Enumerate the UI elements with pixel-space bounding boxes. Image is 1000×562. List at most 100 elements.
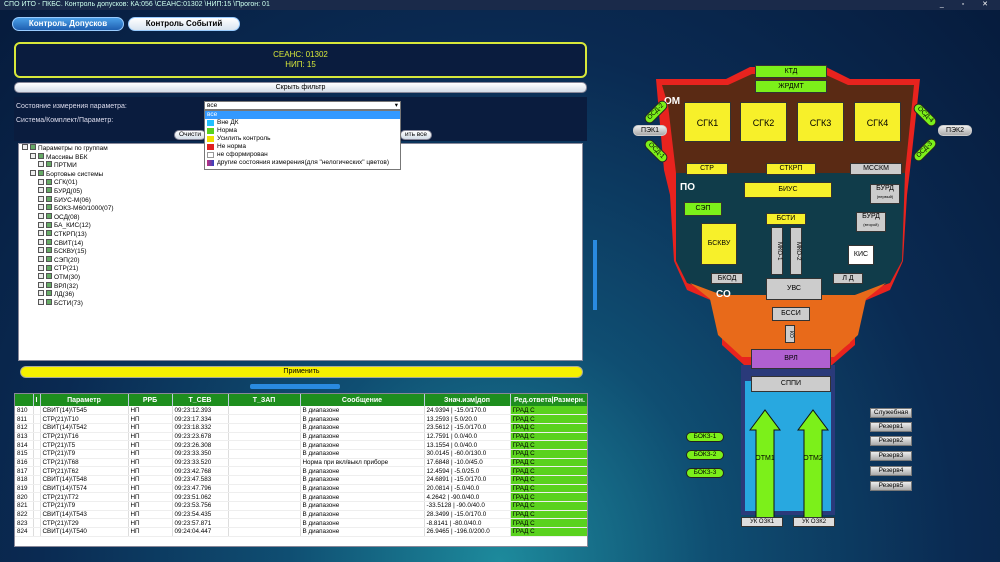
- table-row[interactable]: 811 СТР(21)\Т10 НП 09:23:17.334 В диапазоне 1…: [15, 414, 587, 424]
- expander-icon[interactable]: [38, 204, 44, 211]
- pek2-chip[interactable]: ПЭК2: [938, 125, 972, 136]
- select-all-button[interactable]: ить все: [400, 130, 432, 140]
- checkbox[interactable]: [46, 213, 52, 220]
- table-row[interactable]: 822 СВИТ(14)\Т543 НП 09:23:54.435 В диапазон…: [15, 510, 587, 520]
- bssi-block[interactable]: БССИ: [772, 307, 810, 321]
- col-index[interactable]: [15, 394, 34, 406]
- reserve2-block[interactable]: Резерв2: [870, 436, 912, 446]
- ktd-block[interactable]: КТД: [755, 65, 827, 78]
- sgk3-block[interactable]: СГК3: [797, 102, 844, 142]
- burd2-block[interactable]: БУРД (второй): [856, 212, 886, 232]
- sgk2-block[interactable]: СГК2: [740, 102, 787, 142]
- mko2-block[interactable]: МКО-2: [790, 227, 802, 275]
- checkbox[interactable]: [46, 247, 52, 254]
- expander-icon[interactable]: [22, 144, 28, 151]
- dropdown-option[interactable]: Не норма: [205, 143, 400, 151]
- checkbox[interactable]: [46, 230, 52, 237]
- tree-item[interactable]: БСТИ(73): [38, 299, 83, 308]
- bkod-block[interactable]: БКОД: [711, 273, 743, 284]
- reserve1-block[interactable]: Резерв1: [870, 422, 912, 432]
- vertical-splitter[interactable]: [593, 240, 597, 310]
- dropdown-option[interactable]: не сформирован: [205, 151, 400, 159]
- expander-icon[interactable]: [38, 213, 44, 220]
- dropdown-option[interactable]: другие состояния измерения(для "нелогиче…: [205, 159, 400, 167]
- table-row[interactable]: 824 СВИТ(14)\Т540 НП 09:24:04.447 В диапазон…: [15, 527, 587, 537]
- checkbox[interactable]: [46, 273, 52, 280]
- expander-icon[interactable]: [38, 290, 44, 297]
- table-row[interactable]: 823 СТР(21)\Т29 НП 09:23:57.871 В диапазоне -…: [15, 518, 587, 529]
- zhrdmt-block[interactable]: ЖРДМТ: [755, 80, 827, 93]
- tab-events-control[interactable]: Контроль Событий: [128, 17, 240, 31]
- bokz3-chip[interactable]: БОКЗ-3: [686, 468, 724, 478]
- sgk4-block[interactable]: СГК4: [854, 102, 901, 142]
- sgk1-block[interactable]: СГК1: [684, 102, 731, 142]
- bsti-block[interactable]: БСТИ: [766, 213, 806, 225]
- table-row[interactable]: 812 СВИТ(14)\Т542 НП 09:23:18.332 В диапазон…: [15, 423, 587, 433]
- expander-icon[interactable]: [38, 264, 44, 271]
- checkbox[interactable]: [46, 221, 52, 228]
- table-row[interactable]: 813 СТР(21)\Т16 НП 09:23:23.678 В диапазоне 1…: [15, 432, 587, 442]
- column-header[interactable]: Знач.изм|доп: [424, 394, 511, 406]
- expander-icon[interactable]: [38, 230, 44, 237]
- state-select[interactable]: все ▾: [204, 101, 401, 110]
- vrl-block[interactable]: ВРЛ: [751, 349, 831, 369]
- expander-icon[interactable]: [38, 256, 44, 263]
- bius-block[interactable]: БИУС: [744, 182, 832, 198]
- splitter-handle[interactable]: [250, 384, 340, 389]
- checkbox[interactable]: [30, 144, 36, 151]
- column-header[interactable]: I: [33, 394, 41, 406]
- expander-icon[interactable]: [38, 187, 44, 194]
- column-header[interactable]: Сообщение: [300, 394, 425, 406]
- checkbox[interactable]: [38, 170, 44, 177]
- checkbox[interactable]: [46, 238, 52, 245]
- checkbox[interactable]: [46, 290, 52, 297]
- checkbox[interactable]: [46, 204, 52, 211]
- checkbox[interactable]: [46, 178, 52, 185]
- bokz1-chip[interactable]: БОКЗ-1: [686, 432, 724, 442]
- otm1-label[interactable]: ОТМ1: [750, 455, 780, 467]
- table-row[interactable]: 814 СТР(21)\Т5 НП 09:23:26.308 В диапазоне 13…: [15, 440, 587, 450]
- table-row[interactable]: 819 СВИТ(14)\Т574 НП 09:23:47.796 В диапазон…: [15, 484, 587, 494]
- str-block[interactable]: СТР: [686, 163, 728, 175]
- expander-icon[interactable]: [38, 161, 44, 168]
- expander-icon[interactable]: [30, 170, 36, 177]
- otm2-label[interactable]: ОТМ2: [798, 455, 828, 467]
- pek1-chip[interactable]: ПЭК1: [633, 125, 667, 136]
- uk-ozk1-block[interactable]: УК ОЗК1: [741, 517, 783, 527]
- expander-icon[interactable]: [38, 247, 44, 254]
- sep-block[interactable]: СЭП: [684, 202, 722, 216]
- column-header[interactable]: РРБ: [128, 394, 173, 406]
- sppi-block[interactable]: СППИ: [751, 376, 831, 392]
- reserve3-block[interactable]: Резерв3: [870, 451, 912, 461]
- table-row[interactable]: 817 СТР(21)\Т62 НП 09:23:42.768 В диапазоне 1…: [15, 466, 587, 476]
- expander-icon[interactable]: [38, 281, 44, 288]
- bskvu-block[interactable]: БСКВУ: [701, 223, 737, 265]
- clear-button[interactable]: Очисти: [174, 130, 206, 140]
- uk-ozk2-block[interactable]: УК ОЗК2: [793, 517, 835, 527]
- table-row[interactable]: 821 СТР(21)\Т9 НП 09:23:53.756 В диапазоне -3…: [15, 501, 587, 511]
- table-row[interactable]: 810 СВИТ(14)\Т545 НП 09:23:12.393 В диапазон…: [15, 406, 587, 416]
- service-block[interactable]: Служебная: [870, 408, 912, 418]
- kis-block[interactable]: КИС: [848, 245, 874, 265]
- bokz2-chip[interactable]: БОКЗ-2: [686, 450, 724, 460]
- msskm-block[interactable]: МССКМ: [850, 163, 902, 175]
- checkbox[interactable]: [38, 152, 44, 159]
- checkbox[interactable]: [46, 187, 52, 194]
- column-header[interactable]: Т_СЕВ: [172, 394, 229, 406]
- table-row[interactable]: 818 СВИТ(14)\Т548 НП 09:23:47.583 В диапазон…: [15, 475, 587, 485]
- table-row[interactable]: 816 СТР(21)\Т68 НП 09:23:33.520 Норма при вк…: [15, 458, 587, 468]
- dropdown-option[interactable]: Вне ДК: [205, 119, 400, 127]
- checkbox[interactable]: [46, 299, 52, 306]
- reserve4-block[interactable]: Резерв4: [870, 466, 912, 476]
- table-row[interactable]: 815 СТР(21)\Т9 НП 09:23:33.350 В диапазоне 30…: [15, 449, 587, 459]
- dropdown-option[interactable]: все: [205, 111, 400, 119]
- chevron-down-icon[interactable]: ▾: [395, 102, 398, 109]
- expander-icon[interactable]: [38, 299, 44, 306]
- ko-block[interactable]: КО: [785, 325, 795, 343]
- checkbox[interactable]: [46, 256, 52, 263]
- column-header[interactable]: Т_ЗАП: [228, 394, 301, 406]
- table-row[interactable]: 820 СТР(21)\Т72 НП 09:23:51.062 В диапазоне 4…: [15, 492, 587, 503]
- checkbox[interactable]: [46, 195, 52, 202]
- expander-icon[interactable]: [38, 238, 44, 245]
- expander-icon[interactable]: [38, 273, 44, 280]
